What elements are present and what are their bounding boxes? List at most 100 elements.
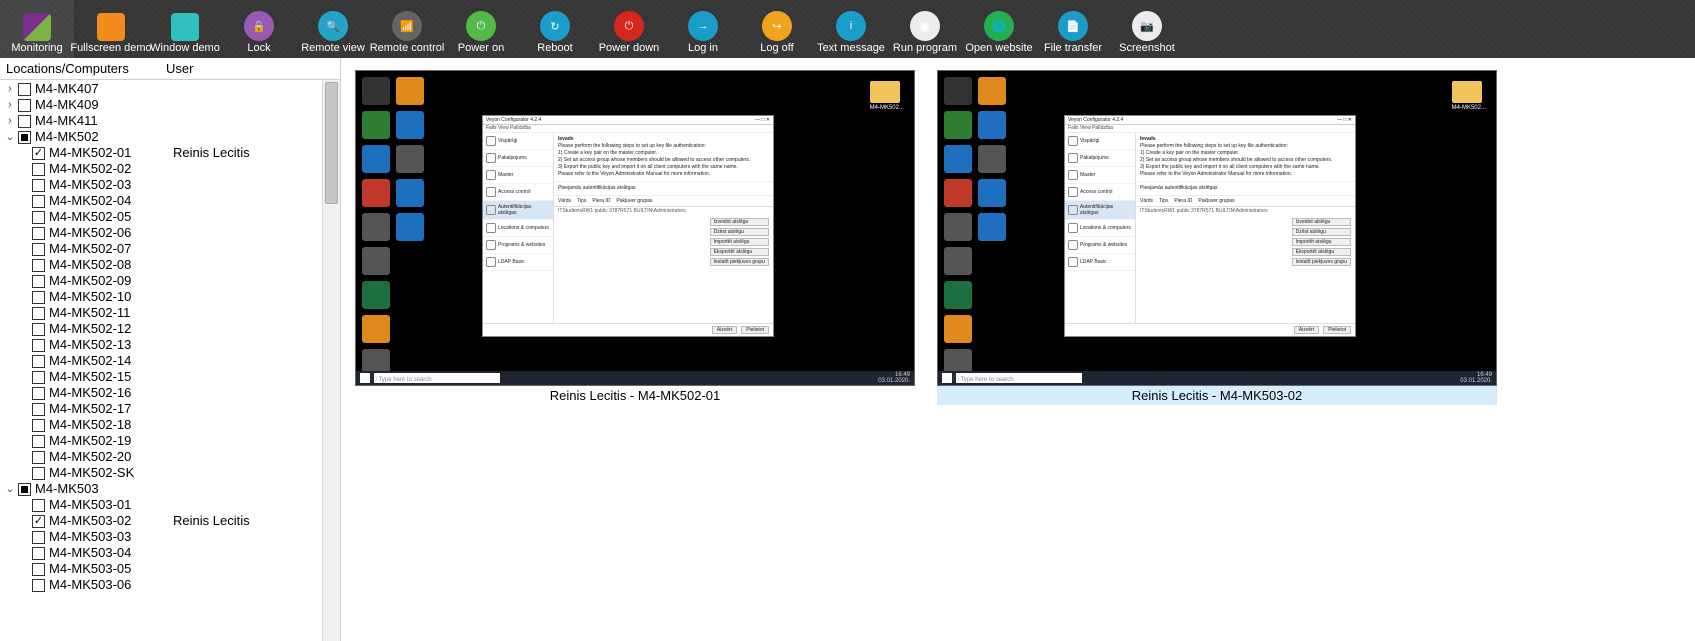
action-button[interactable]: Importēt atslēgu: [1292, 238, 1351, 246]
footer-button[interactable]: Pielietot: [1323, 326, 1351, 334]
checkbox[interactable]: [32, 195, 45, 208]
checkbox[interactable]: [32, 515, 45, 528]
checkbox[interactable]: [18, 83, 31, 96]
checkbox[interactable]: [32, 227, 45, 240]
monitor-tile[interactable]: M4-MK502...Veyon Configurator 4.2.4— □ ✕…: [937, 70, 1497, 405]
window-controls[interactable]: — □ ✕: [755, 117, 770, 123]
checkbox[interactable]: [18, 483, 31, 496]
checkbox[interactable]: [32, 147, 45, 160]
tree-row[interactable]: M4-MK502-05: [4, 209, 340, 225]
checkbox[interactable]: [32, 435, 45, 448]
toolbar-monitoring-button[interactable]: Monitoring: [0, 0, 74, 58]
toolbar-open-website-button[interactable]: 🌐Open website: [962, 0, 1036, 58]
tree-row[interactable]: M4-MK502-SK: [4, 465, 340, 481]
tree-row[interactable]: M4-MK502-04: [4, 193, 340, 209]
tree-row[interactable]: M4-MK502-11: [4, 305, 340, 321]
system-tray[interactable]: 16:4903.01.2020.: [1460, 372, 1492, 384]
toolbar-screenshot-button[interactable]: 📷Screenshot: [1110, 0, 1184, 58]
sidebar-item[interactable]: Locations & computers: [1065, 220, 1135, 237]
action-button[interactable]: Izveidot atslēgu: [710, 218, 769, 226]
tree-row[interactable]: M4-MK502-03: [4, 177, 340, 193]
collapse-icon[interactable]: ⌄: [4, 129, 16, 145]
tree-row[interactable]: M4-MK502-18: [4, 417, 340, 433]
toolbar-reboot-button[interactable]: ↻Reboot: [518, 0, 592, 58]
checkbox[interactable]: [32, 371, 45, 384]
window-menubar[interactable]: Fails View Palīdzība: [483, 125, 773, 133]
action-button[interactable]: Izveidot atslēgu: [1292, 218, 1351, 226]
toolbar-fullscreen-demo-button[interactable]: Fullscreen demo: [74, 0, 148, 58]
expand-icon[interactable]: ›: [4, 81, 16, 97]
checkbox[interactable]: [32, 547, 45, 560]
tree-row[interactable]: ›M4-MK407: [4, 81, 340, 97]
toolbar-file-transfer-button[interactable]: 📄File transfer: [1036, 0, 1110, 58]
action-button[interactable]: Iestatīt piekļuves grupu: [1292, 258, 1351, 266]
toolbar-remote-view-button[interactable]: 🔍Remote view: [296, 0, 370, 58]
toolbar-run-program-button[interactable]: ▣Run program: [888, 0, 962, 58]
tree-row[interactable]: M4-MK502-14: [4, 353, 340, 369]
sidebar-item[interactable]: Vispārīgi: [483, 133, 553, 150]
tree-row[interactable]: ⌄M4-MK502: [4, 129, 340, 145]
sidebar-item[interactable]: Master: [1065, 167, 1135, 184]
checkbox[interactable]: [32, 291, 45, 304]
tree-row[interactable]: M4-MK502-13: [4, 337, 340, 353]
sidebar-item[interactable]: Programs & websites: [483, 237, 553, 254]
tree-row[interactable]: M4-MK502-06: [4, 225, 340, 241]
sidebar-item[interactable]: Access control: [1065, 184, 1135, 201]
tree-row[interactable]: M4-MK502-07: [4, 241, 340, 257]
tree-scrollbar[interactable]: [322, 80, 340, 641]
footer-button[interactable]: Aizvērt: [1294, 326, 1319, 334]
window-menubar[interactable]: Fails View Palīdzība: [1065, 125, 1355, 133]
tree-row[interactable]: M4-MK503-03: [4, 529, 340, 545]
tree-row[interactable]: M4-MK502-02: [4, 161, 340, 177]
footer-button[interactable]: Aizvērt: [712, 326, 737, 334]
checkbox[interactable]: [18, 99, 31, 112]
checkbox[interactable]: [32, 579, 45, 592]
action-button[interactable]: Eksportēt atslēgu: [710, 248, 769, 256]
tree-row[interactable]: M4-MK502-16: [4, 385, 340, 401]
remote-screen[interactable]: M4-MK502...Veyon Configurator 4.2.4— □ ✕…: [937, 70, 1497, 386]
action-button[interactable]: Eksportēt atslēgu: [1292, 248, 1351, 256]
toolbar-window-demo-button[interactable]: Window demo: [148, 0, 222, 58]
checkbox[interactable]: [32, 259, 45, 272]
action-button[interactable]: Importēt atslēgu: [710, 238, 769, 246]
tree-row[interactable]: M4-MK502-12: [4, 321, 340, 337]
tree-row[interactable]: M4-MK503-04: [4, 545, 340, 561]
tree-row[interactable]: M4-MK502-17: [4, 401, 340, 417]
tree-header-user[interactable]: User: [166, 61, 334, 76]
tree-header-locations[interactable]: Locations/Computers: [6, 61, 166, 76]
tree-row[interactable]: M4-MK502-20: [4, 449, 340, 465]
footer-button[interactable]: Pielietot: [741, 326, 769, 334]
sidebar-item[interactable]: LDAP Basic: [1065, 254, 1135, 271]
remote-screen[interactable]: M4-MK502...Veyon Configurator 4.2.4— □ ✕…: [355, 70, 915, 386]
toolbar-log-in-button[interactable]: →Log in: [666, 0, 740, 58]
checkbox[interactable]: [32, 275, 45, 288]
tree-row[interactable]: M4-MK502-19: [4, 433, 340, 449]
checkbox[interactable]: [32, 387, 45, 400]
checkbox[interactable]: [32, 563, 45, 576]
checkbox[interactable]: [18, 115, 31, 128]
action-button[interactable]: Dzēst atslēgu: [710, 228, 769, 236]
sidebar-item[interactable]: LDAP Basic: [483, 254, 553, 271]
tree-row[interactable]: ›M4-MK411: [4, 113, 340, 129]
tree-row[interactable]: ›M4-MK409: [4, 97, 340, 113]
sidebar-item[interactable]: Autentifikācijas atslēgas: [1065, 201, 1135, 220]
checkbox[interactable]: [32, 307, 45, 320]
keys-table-row[interactable]: ITStudentsRW1 public 3787R571 BUILTIN\Ad…: [554, 207, 773, 215]
expand-icon[interactable]: ›: [4, 97, 16, 113]
collapse-icon[interactable]: ⌄: [4, 481, 16, 497]
checkbox[interactable]: [32, 499, 45, 512]
toolbar-lock-button[interactable]: 🔒Lock: [222, 0, 296, 58]
action-button[interactable]: Iestatīt piekļuves grupu: [710, 258, 769, 266]
toolbar-power-down-button[interactable]: ⏻Power down: [592, 0, 666, 58]
expand-icon[interactable]: ›: [4, 113, 16, 129]
scrollbar-thumb[interactable]: [325, 82, 338, 204]
checkbox[interactable]: [32, 243, 45, 256]
checkbox[interactable]: [32, 355, 45, 368]
sidebar-item[interactable]: Master: [483, 167, 553, 184]
tree-row[interactable]: M4-MK503-05: [4, 561, 340, 577]
start-button-icon[interactable]: [360, 373, 370, 383]
tree-row[interactable]: M4-MK502-09: [4, 273, 340, 289]
checkbox[interactable]: [32, 451, 45, 464]
checkbox[interactable]: [32, 531, 45, 544]
tree-row[interactable]: M4-MK502-15: [4, 369, 340, 385]
